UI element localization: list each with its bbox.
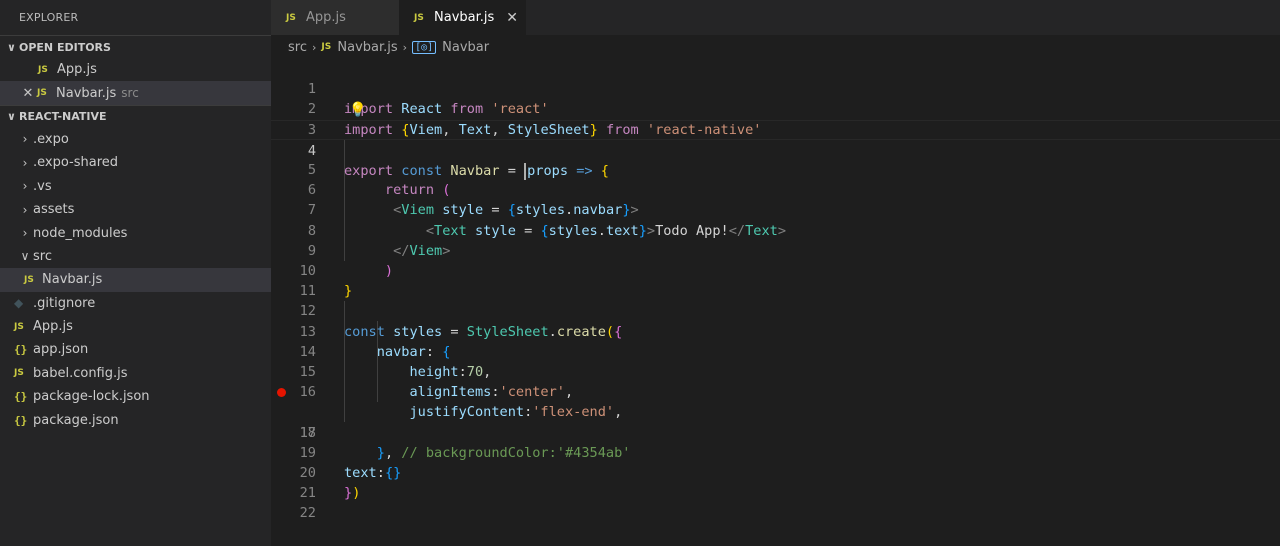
chevron-down-icon: ∨ <box>7 40 16 54</box>
js-file-icon: JS <box>414 12 424 23</box>
json-file-icon: {} <box>14 390 28 404</box>
code-line[interactable]: 15 alignItems:'center', <box>271 342 1280 400</box>
breadcrumb-file[interactable]: Navbar.js <box>337 40 397 55</box>
tree-item-label: babel.config.js <box>33 365 128 381</box>
tree-item-label: package.json <box>33 412 119 428</box>
code-line[interactable]: 6 <Viem style = {styles.navbar}> <box>271 160 1280 218</box>
tree-file[interactable]: {} package.json <box>0 408 271 431</box>
chevron-right-icon: › <box>22 179 28 194</box>
open-editor-app-js[interactable]: JS App.js <box>0 58 271 81</box>
code-line[interactable]: 14 height:70, <box>271 322 1280 380</box>
chevron-down-icon: ∨ <box>7 110 16 124</box>
symbol-variable-icon: [◎] <box>412 40 437 54</box>
close-icon[interactable]: ✕ <box>19 86 37 101</box>
code-line[interactable]: 10 } <box>271 241 1280 299</box>
open-editor-label: App.js <box>57 62 97 78</box>
open-editor-path: src <box>121 86 139 101</box>
tree-item-label: src <box>33 248 52 264</box>
tree-folder-open[interactable]: ∨ src <box>0 245 271 268</box>
code-line[interactable]: 17 // backgroundColor:'#4354ab' <box>271 382 1280 461</box>
code-line[interactable]: 3 💡 <box>271 99 1280 137</box>
js-file-icon: JS <box>321 42 332 52</box>
code-line[interactable]: 9 ) <box>271 221 1280 279</box>
code-line[interactable]: 5 return ( <box>271 140 1280 198</box>
editor-tabs: JS App.js JS Navbar.js ✕ <box>271 0 1280 35</box>
chevron-right-icon: › <box>22 132 28 147</box>
code-line[interactable]: 19 text:{} <box>271 423 1280 481</box>
tree-folder[interactable]: › .expo-shared <box>0 151 271 174</box>
code-line[interactable]: 16 justifyContent:'flex-end', <box>271 362 1280 420</box>
code-line[interactable]: 8 </Viem> <box>271 200 1280 259</box>
code-line[interactable]: 2 import {Viem, Text, StyleSheet} from '… <box>271 79 1280 137</box>
js-file-icon: JS <box>24 274 34 285</box>
code-line[interactable]: 12 const styles = StyleSheet.create({ <box>271 281 1280 339</box>
breadcrumb: src › JS Navbar.js › [◎] Navbar <box>271 35 1280 59</box>
js-file-icon: JS <box>14 368 24 379</box>
chevron-right-icon: › <box>402 40 408 54</box>
tree-item-label: .gitignore <box>33 295 96 311</box>
explorer-title: EXPLORER <box>19 11 79 24</box>
tree-file[interactable]: ◆ .gitignore <box>0 292 271 315</box>
js-file-icon: JS <box>14 321 24 332</box>
tree-file-navbar-js[interactable]: JS Navbar.js <box>0 268 271 292</box>
tree-folder[interactable]: › assets <box>0 198 271 221</box>
tree-folder[interactable]: › .vs <box>0 175 271 198</box>
git-file-icon: ◆ <box>14 296 24 311</box>
breadcrumb-folder[interactable]: src <box>288 40 307 55</box>
project-label: REACT-NATIVE <box>19 110 107 124</box>
json-file-icon: {} <box>14 413 28 427</box>
tree-file[interactable]: JS babel.config.js <box>0 362 271 385</box>
code-line[interactable]: 20 }) <box>271 443 1280 501</box>
tree-item-label: .vs <box>33 178 52 194</box>
tree-file[interactable]: {} app.json <box>0 338 271 361</box>
tree-item-label: assets <box>33 202 75 218</box>
js-file-icon: JS <box>286 12 296 23</box>
project-header[interactable]: ∨ REACT-NATIVE <box>0 104 271 128</box>
open-editors-label: OPEN EDITORS <box>19 40 111 54</box>
close-icon[interactable]: ✕ <box>506 10 518 26</box>
js-file-icon: JS <box>38 64 48 75</box>
tab-app-js[interactable]: JS App.js <box>271 0 399 35</box>
tree-item-label: package-lock.json <box>33 389 150 405</box>
tab-label: App.js <box>306 10 346 25</box>
code-line[interactable]: 22 <box>271 483 1280 521</box>
tree-item-label: App.js <box>33 319 73 335</box>
tree-item-label: node_modules <box>33 225 128 241</box>
breakpoint-icon[interactable] <box>277 388 286 398</box>
tree-folder[interactable]: › node_modules <box>0 221 271 244</box>
code-line[interactable]: 13 navbar: { <box>271 301 1280 360</box>
code-line-current[interactable]: 4 export const Navbar = props => { <box>271 119 1280 180</box>
code-line[interactable]: 1 import React from 'react' <box>271 59 1280 117</box>
code-editor[interactable]: 1 import React from 'react' 2 import {Vi… <box>271 59 1280 546</box>
json-file-icon: {} <box>14 343 28 357</box>
code-line[interactable]: 18 }, <box>271 402 1280 461</box>
code-line[interactable]: 7 <Text style = {styles.text}>Todo App!<… <box>271 180 1280 238</box>
open-editor-label: Navbar.js <box>56 85 117 101</box>
explorer-sidebar: EXPLORER ∨ OPEN EDITORS JS App.js ✕ JS N… <box>0 0 271 546</box>
tree-item-label: app.json <box>33 342 89 358</box>
open-editor-navbar-js[interactable]: ✕ JS Navbar.js src <box>0 81 271 105</box>
js-file-icon: JS <box>37 88 47 99</box>
tab-label: Navbar.js <box>434 10 495 25</box>
tree-item-label: .expo-shared <box>33 155 119 171</box>
open-editors-header[interactable]: ∨ OPEN EDITORS <box>0 35 271 58</box>
chevron-right-icon: › <box>22 226 28 241</box>
breadcrumb-symbol[interactable]: Navbar <box>442 40 489 55</box>
lightbulb-icon[interactable]: 💡 <box>349 100 366 120</box>
tree-file[interactable]: JS App.js <box>0 315 271 338</box>
code-line[interactable]: 21 <box>271 463 1280 501</box>
chevron-down-icon: ∨ <box>20 249 30 264</box>
tree-item-label: Navbar.js <box>42 272 103 288</box>
line-number: 22 <box>299 505 316 522</box>
chevron-right-icon: › <box>22 202 28 217</box>
chevron-right-icon: › <box>22 155 28 170</box>
chevron-right-icon: › <box>311 40 317 54</box>
code-line[interactable]: 11 <box>271 261 1280 299</box>
tree-item-label: .expo <box>33 131 69 147</box>
tab-navbar-js[interactable]: JS Navbar.js ✕ <box>399 0 526 35</box>
tree-folder[interactable]: › .expo <box>0 128 271 151</box>
tree-file[interactable]: {} package-lock.json <box>0 385 271 408</box>
